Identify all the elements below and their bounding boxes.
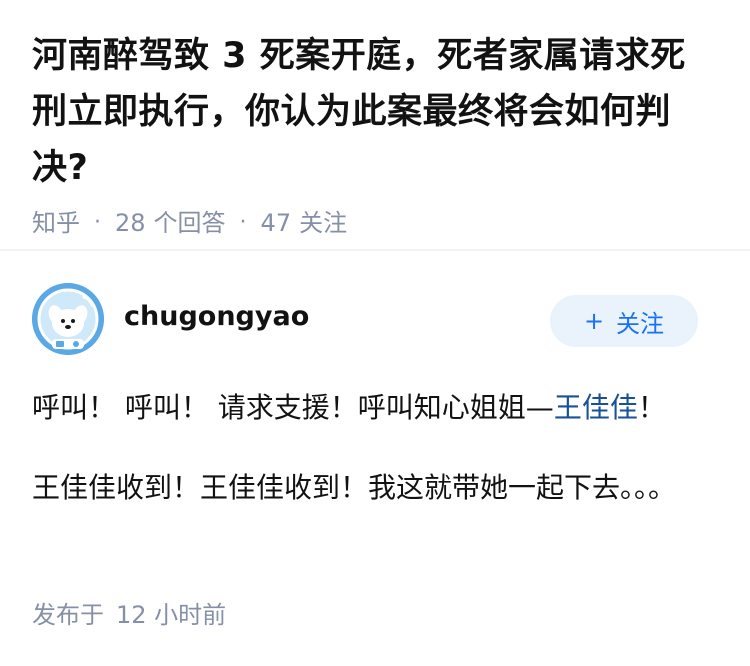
follow-button-label: 关注	[616, 309, 665, 338]
source-label[interactable]: 知乎	[32, 206, 80, 240]
author-name[interactable]: chugongyao	[124, 297, 309, 337]
published-time: 12 小时前	[116, 601, 227, 629]
question-meta: 知乎 · 28 个回答 · 47 关注	[32, 206, 712, 240]
follower-count: 47	[260, 209, 292, 237]
question-title[interactable]: 河南醉驾致 3 死案开庭，死者家属请求死刑立即执行，你认为此案最终将会如何判决?	[32, 28, 712, 196]
answer-count-label: 个回答	[153, 209, 226, 237]
meta-separator: ·	[94, 210, 101, 235]
follow-button[interactable]: + 关注	[550, 295, 698, 347]
mention-link[interactable]: 王佳佳	[554, 391, 638, 424]
answer-text: 呼叫！ 呼叫！ 请求支援！呼叫知心姐姐—	[32, 391, 554, 424]
answer-content: 呼叫！ 呼叫！ 请求支援！呼叫知心姐姐—王佳佳！ 王佳佳收到！王佳佳收到！我这就…	[32, 385, 712, 511]
answer-paragraph: 王佳佳收到！王佳佳收到！我这就带她一起下去。。。	[32, 471, 677, 504]
avatar[interactable]	[32, 283, 104, 355]
publish-time: 发布于 12 小时前	[32, 598, 226, 632]
meta-separator: ·	[239, 210, 247, 235]
answer-count-link[interactable]: 28 个回答	[115, 206, 226, 240]
follower-count-link[interactable]: 47 关注	[261, 206, 348, 240]
question-header: 河南醉驾致 3 死案开庭，死者家属请求死刑立即执行，你认为此案最终将会如何判决?…	[32, 28, 712, 240]
section-divider	[0, 249, 750, 251]
answer-text: ！	[637, 391, 666, 424]
plus-icon: +	[583, 307, 605, 335]
follower-count-label: 关注	[299, 209, 348, 237]
answer-count: 28	[115, 209, 146, 237]
answer-paragraph: 呼叫！ 呼叫！ 请求支援！呼叫知心姐姐—王佳佳！	[32, 385, 712, 431]
author-row: chugongyao + 关注	[32, 283, 700, 355]
astronaut-dog-avatar-icon	[32, 283, 104, 355]
published-label: 发布于	[32, 601, 104, 629]
